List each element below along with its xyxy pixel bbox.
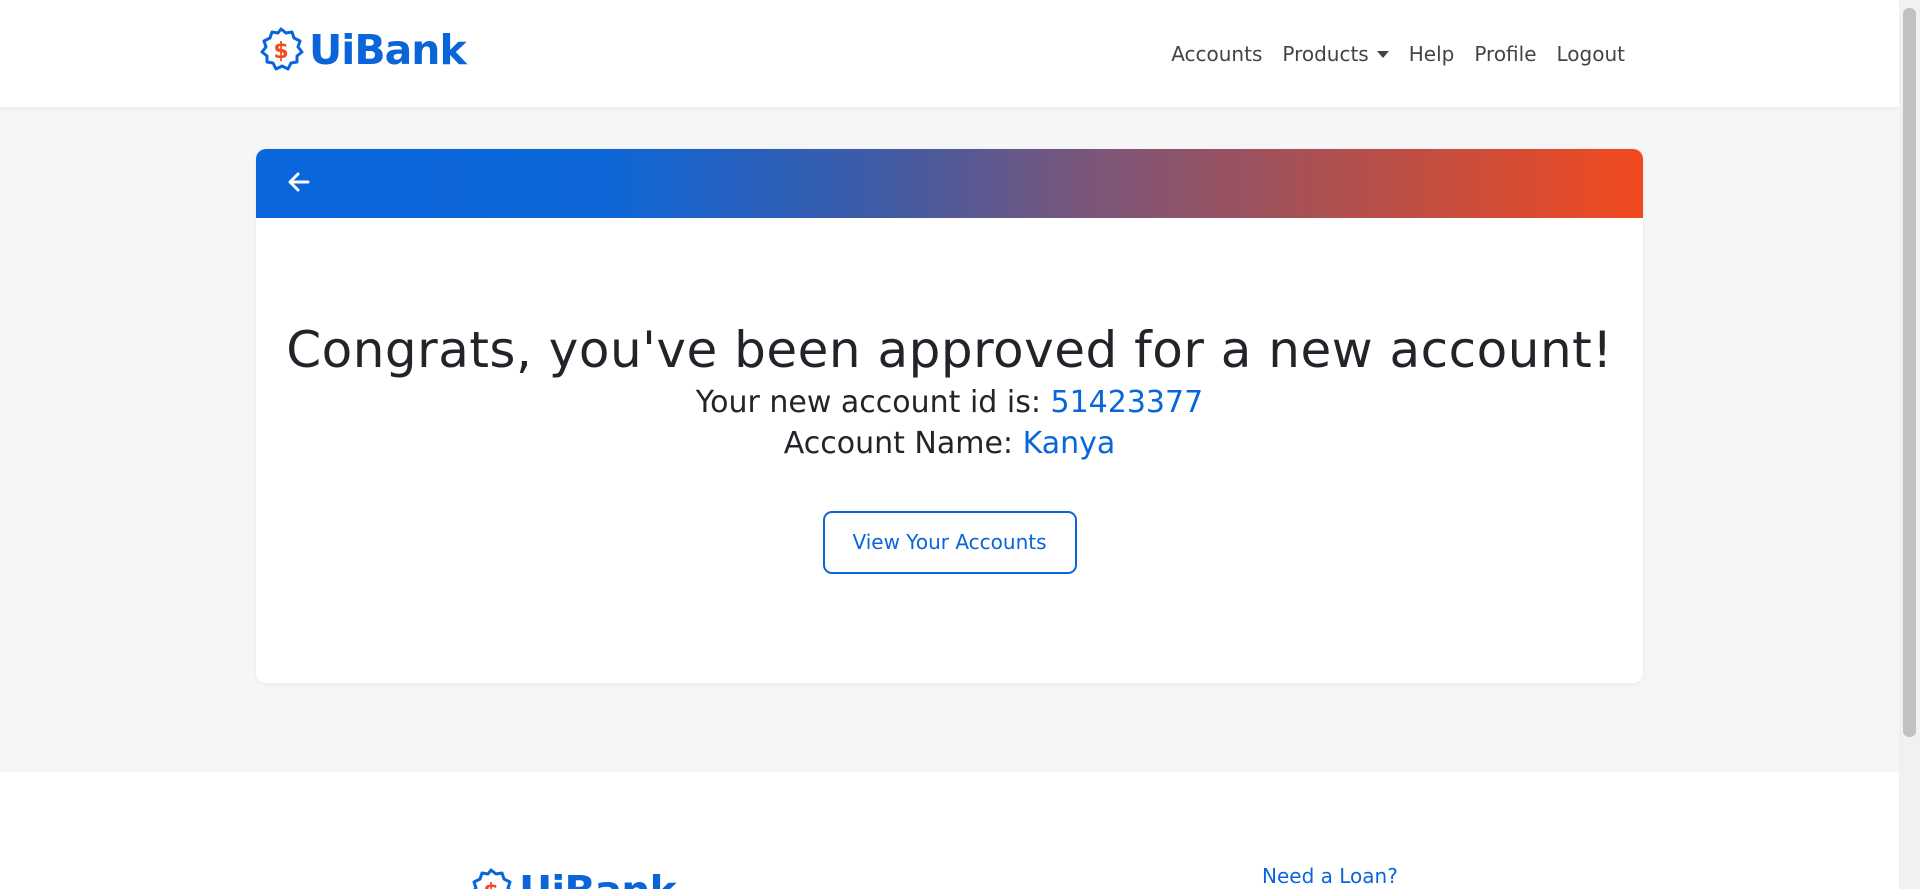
nav-logout[interactable]: Logout (1547, 38, 1635, 70)
page-scrollbar[interactable] (1899, 0, 1920, 889)
account-name-value: Kanya (1022, 426, 1116, 461)
main-nav: Accounts Products Help Profile Logout (1161, 38, 1635, 70)
approval-headline: Congrats, you've been approved for a new… (286, 321, 1613, 379)
nav-accounts[interactable]: Accounts (1161, 38, 1272, 70)
nav-products-label: Products (1282, 42, 1369, 66)
footer-brand-logo: $ UiBank (467, 867, 677, 889)
account-name-line: Account Name: Kanya (256, 426, 1643, 461)
nav-products-dropdown[interactable]: Products (1272, 38, 1398, 70)
top-navbar: $ UiBank Accounts Products Help Profile … (0, 0, 1899, 107)
svg-text:$: $ (273, 39, 288, 64)
footer-brand-name: UiBank (519, 867, 677, 889)
scrollbar-thumb[interactable] (1903, 8, 1916, 737)
nav-profile[interactable]: Profile (1464, 38, 1546, 70)
badge-dollar-icon: $ (260, 27, 304, 71)
caret-down-icon (1376, 50, 1389, 58)
brand-name: UiBank (309, 26, 467, 74)
need-a-loan-link[interactable]: Need a Loan? (1262, 864, 1398, 888)
account-name-label: Account Name: (783, 426, 1014, 461)
card-header (256, 149, 1643, 218)
brand-logo-link[interactable]: $ UiBank (257, 26, 467, 74)
account-id-line: Your new account id is: 51423377 (256, 385, 1643, 420)
card-body: Congrats, you've been approved for a new… (256, 321, 1643, 574)
arrow-left-icon (288, 172, 310, 192)
footer: $ UiBank Need a Loan? (0, 772, 1899, 889)
account-id-value: 51423377 (1050, 385, 1204, 420)
account-id-label: Your new account id is: (695, 385, 1041, 420)
view-accounts-button[interactable]: View Your Accounts (822, 511, 1077, 574)
approval-card: Congrats, you've been approved for a new… (256, 149, 1643, 683)
badge-dollar-icon: $ (472, 868, 512, 889)
back-button[interactable] (282, 165, 316, 199)
svg-text:$: $ (483, 880, 498, 889)
nav-help[interactable]: Help (1399, 38, 1465, 70)
